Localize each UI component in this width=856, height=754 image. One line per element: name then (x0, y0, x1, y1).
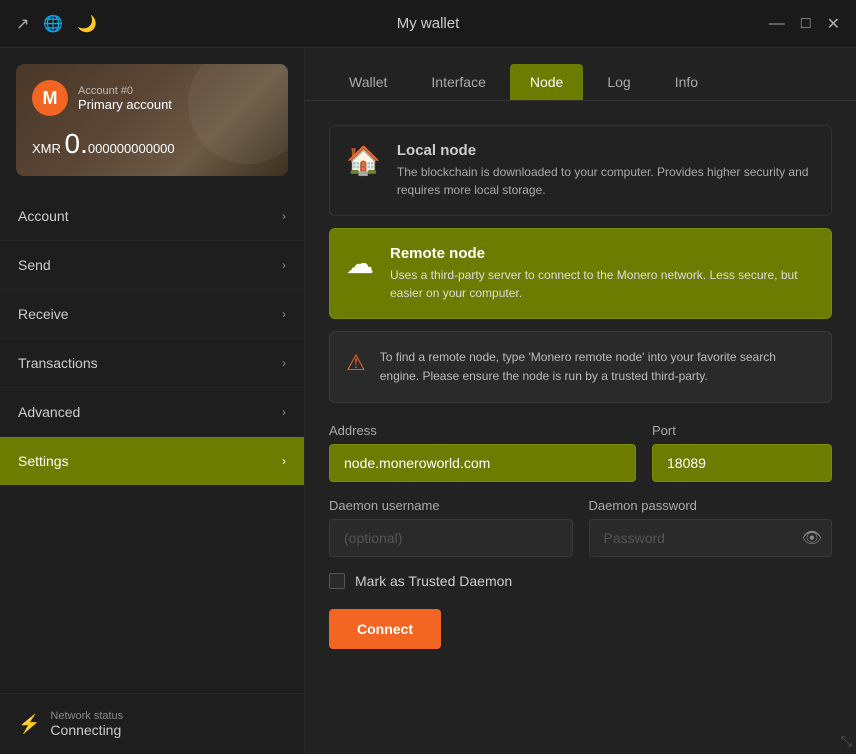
sidebar-item-account[interactable]: Account › (0, 192, 304, 241)
warning-circle-icon: ⚠ (346, 350, 366, 376)
local-node-text: Local node The blockchain is downloaded … (397, 142, 815, 199)
warning-box: ⚠ To find a remote node, type 'Monero re… (329, 331, 832, 403)
sidebar-item-label: Receive (18, 306, 69, 322)
daemon-credentials-row: Daemon username Daemon password 👁 (329, 498, 832, 557)
account-card[interactable]: M Account #0 Primary account XMR 0.00000… (16, 64, 288, 176)
sidebar-item-advanced[interactable]: Advanced › (0, 388, 304, 437)
sidebar-item-label: Send (18, 257, 51, 273)
daemon-username-label: Daemon username (329, 498, 573, 513)
local-node-desc: The blockchain is downloaded to your com… (397, 163, 815, 199)
port-group: Port (652, 423, 832, 482)
balance-currency: XMR (32, 141, 61, 156)
daemon-password-group: Daemon password 👁 (589, 498, 833, 557)
daemon-password-input[interactable] (589, 519, 833, 557)
sidebar-item-settings[interactable]: Settings › (0, 437, 304, 486)
local-node-title: Local node (397, 142, 815, 159)
trusted-daemon-label: Mark as Trusted Daemon (355, 573, 512, 589)
account-number: Account #0 (78, 85, 172, 97)
balance-integer: 0. (65, 128, 88, 159)
window-controls: — □ ✕ (769, 14, 840, 34)
sidebar-item-send[interactable]: Send › (0, 241, 304, 290)
titlebar: ↗ 🌐 🌙 My wallet — □ ✕ (0, 0, 856, 48)
globe-icon[interactable]: 🌐 (43, 14, 63, 34)
close-button[interactable]: ✕ (827, 14, 840, 34)
daemon-username-input[interactable] (329, 519, 573, 557)
remote-node-desc: Uses a third-party server to connect to … (390, 266, 815, 302)
window-title: My wallet (397, 15, 460, 32)
chevron-right-icon: › (282, 356, 286, 370)
sidebar: M Account #0 Primary account XMR 0.00000… (0, 48, 305, 754)
chevron-right-icon: › (282, 258, 286, 272)
remote-node-option[interactable]: ☁ Remote node Uses a third-party server … (329, 228, 832, 319)
daemon-password-wrapper: 👁 (589, 519, 833, 557)
sidebar-item-label: Account (18, 208, 69, 224)
address-group: Address (329, 423, 636, 482)
chevron-right-icon: › (282, 307, 286, 321)
address-label: Address (329, 423, 636, 438)
balance-decimals: 000000000000 (88, 141, 175, 156)
trusted-daemon-checkbox[interactable] (329, 573, 345, 589)
account-name: Primary account (78, 97, 172, 112)
warning-text: To find a remote node, type 'Monero remo… (380, 348, 815, 386)
remote-node-title: Remote node (390, 245, 815, 262)
remote-node-text: Remote node Uses a third-party server to… (390, 245, 815, 302)
password-toggle-icon[interactable]: 👁 (802, 528, 822, 548)
tab-node[interactable]: Node (510, 64, 583, 100)
sidebar-item-transactions[interactable]: Transactions › (0, 339, 304, 388)
sidebar-item-receive[interactable]: Receive › (0, 290, 304, 339)
sidebar-item-label: Transactions (18, 355, 98, 371)
lightning-icon: ⚡ (18, 714, 40, 735)
tab-interface[interactable]: Interface (411, 64, 505, 100)
account-balance: XMR 0.000000000000 (32, 128, 272, 160)
sidebar-item-label: Settings (18, 453, 69, 469)
network-value: Connecting (50, 722, 123, 738)
monero-logo: M (32, 80, 68, 116)
trusted-daemon-row: Mark as Trusted Daemon (329, 573, 832, 589)
address-input[interactable] (329, 444, 636, 482)
sidebar-item-label: Advanced (18, 404, 80, 420)
address-port-row: Address Port (329, 423, 832, 482)
resize-handle[interactable]: ⤡ (841, 733, 852, 750)
network-text: Network status Connecting (50, 710, 123, 738)
tabs: Wallet Interface Node Log Info (305, 48, 856, 101)
chevron-right-icon: › (282, 454, 286, 468)
maximize-button[interactable]: □ (801, 14, 811, 34)
main-content: Wallet Interface Node Log Info 🏠 Local n… (305, 48, 856, 754)
chevron-right-icon: › (282, 405, 286, 419)
tab-info[interactable]: Info (655, 64, 718, 100)
local-node-option[interactable]: 🏠 Local node The blockchain is downloade… (329, 125, 832, 216)
sidebar-nav: Account › Send › Receive › Transactions … (0, 192, 304, 693)
tab-wallet[interactable]: Wallet (329, 64, 407, 100)
content-area: 🏠 Local node The blockchain is downloade… (305, 101, 856, 754)
connect-button[interactable]: Connect (329, 609, 441, 649)
export-icon[interactable]: ↗ (16, 14, 29, 34)
tab-log[interactable]: Log (587, 64, 650, 100)
moon-icon[interactable]: 🌙 (77, 14, 97, 34)
house-icon: 🏠 (346, 144, 381, 177)
cloud-icon: ☁ (346, 247, 374, 280)
minimize-button[interactable]: — (769, 14, 785, 34)
network-label: Network status (50, 710, 123, 722)
account-top: M Account #0 Primary account (32, 80, 272, 116)
titlebar-icon-group: ↗ 🌐 🌙 (16, 14, 97, 34)
chevron-right-icon: › (282, 209, 286, 223)
port-label: Port (652, 423, 832, 438)
daemon-password-label: Daemon password (589, 498, 833, 513)
daemon-username-group: Daemon username (329, 498, 573, 557)
port-input[interactable] (652, 444, 832, 482)
account-info-text: Account #0 Primary account (78, 85, 172, 112)
network-status: ⚡ Network status Connecting (0, 693, 304, 754)
main-layout: M Account #0 Primary account XMR 0.00000… (0, 48, 856, 754)
